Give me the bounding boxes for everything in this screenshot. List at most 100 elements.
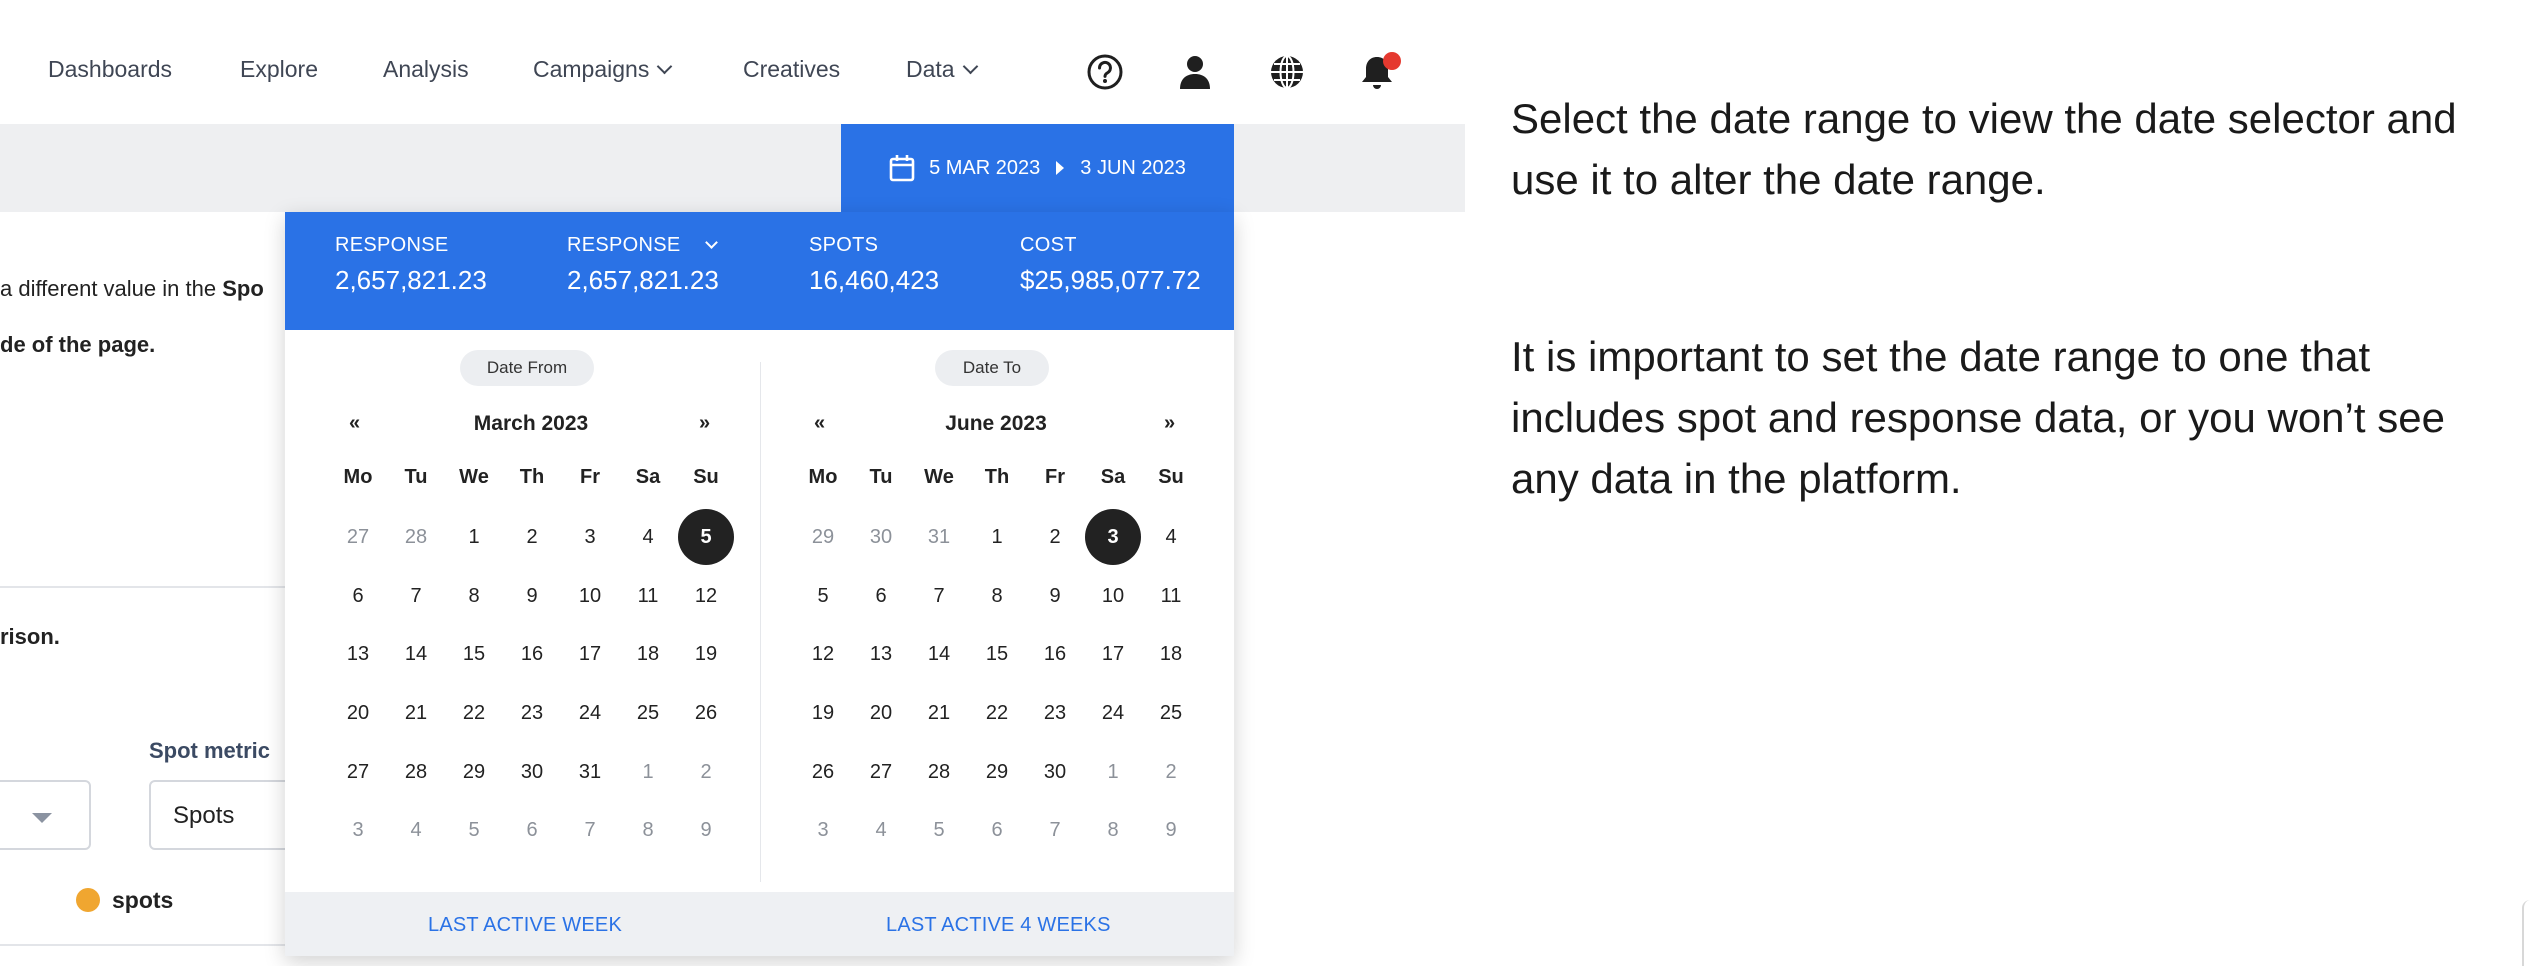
calendar-day[interactable]: 8 (969, 568, 1025, 624)
calendar-day[interactable]: 21 (388, 685, 444, 741)
calendar-day[interactable]: 3 (330, 803, 386, 859)
calendar-day[interactable]: 26 (795, 744, 851, 800)
bell-icon[interactable] (1358, 52, 1404, 92)
calendar-day[interactable]: 19 (795, 685, 851, 741)
calendar-day[interactable]: 15 (969, 627, 1025, 683)
calendar-day[interactable]: 6 (504, 803, 560, 859)
calendar-day[interactable]: 4 (853, 803, 909, 859)
calendar-day[interactable]: 26 (678, 685, 734, 741)
calendar-day[interactable]: 4 (388, 803, 444, 859)
calendar-day[interactable]: 31 (911, 509, 967, 565)
date-to-pill[interactable]: Date To (935, 350, 1049, 386)
calendar-day[interactable]: 15 (446, 627, 502, 683)
calendar-day[interactable]: 29 (446, 744, 502, 800)
calendar-day[interactable]: 28 (388, 744, 444, 800)
calendar-day[interactable]: 17 (562, 627, 618, 683)
calendar-day[interactable]: 27 (330, 509, 386, 565)
calendar-day[interactable]: 7 (911, 568, 967, 624)
calendar-day[interactable]: 16 (1027, 627, 1083, 683)
date-range-button[interactable]: 5 MAR 2023 3 JUN 2023 (841, 124, 1234, 212)
calendar-day[interactable]: 7 (388, 568, 444, 624)
calendar-day[interactable]: 30 (853, 509, 909, 565)
calendar-day[interactable]: 2 (678, 744, 734, 800)
next-month-button[interactable]: » (699, 412, 710, 435)
calendar-day[interactable]: 18 (1143, 627, 1199, 683)
calendar-day[interactable]: 8 (446, 568, 502, 624)
calendar-day[interactable]: 23 (504, 685, 560, 741)
calendar-day[interactable]: 12 (678, 568, 734, 624)
calendar-day[interactable]: 14 (388, 627, 444, 683)
calendar-day[interactable]: 31 (562, 744, 618, 800)
nav-data[interactable]: Data (906, 56, 978, 83)
calendar-day[interactable]: 3 (562, 509, 618, 565)
calendar-day[interactable]: 4 (620, 509, 676, 565)
calendar-day[interactable]: 2 (1027, 509, 1083, 565)
calendar-day[interactable]: 1 (620, 744, 676, 800)
calendar-day[interactable]: 17 (1085, 627, 1141, 683)
metric-select[interactable] (0, 780, 91, 850)
calendar-day[interactable]: 11 (620, 568, 676, 624)
nav-creatives[interactable]: Creatives (743, 56, 840, 83)
calendar-day[interactable]: 29 (795, 509, 851, 565)
calendar-day[interactable]: 1 (1085, 744, 1141, 800)
calendar-day-selected[interactable]: 5 (678, 509, 734, 566)
help-icon[interactable] (1085, 52, 1125, 92)
calendar-day[interactable]: 8 (1085, 803, 1141, 859)
calendar-day[interactable]: 30 (1027, 744, 1083, 800)
calendar-day[interactable]: 27 (330, 744, 386, 800)
calendar-day[interactable]: 30 (504, 744, 560, 800)
nav-explore[interactable]: Explore (240, 56, 318, 83)
calendar-day[interactable]: 5 (446, 803, 502, 859)
next-month-button[interactable]: » (1164, 412, 1175, 435)
calendar-day[interactable]: 6 (853, 568, 909, 624)
globe-icon[interactable] (1267, 52, 1307, 92)
calendar-day[interactable]: 3 (795, 803, 851, 859)
calendar-day[interactable]: 25 (620, 685, 676, 741)
calendar-day[interactable]: 1 (969, 509, 1025, 565)
calendar-day[interactable]: 5 (795, 568, 851, 624)
calendar-day[interactable]: 22 (446, 685, 502, 741)
calendar-day[interactable]: 18 (620, 627, 676, 683)
calendar-day[interactable]: 14 (911, 627, 967, 683)
calendar-day[interactable]: 22 (969, 685, 1025, 741)
calendar-day[interactable]: 9 (1143, 803, 1199, 859)
calendar-day[interactable]: 16 (504, 627, 560, 683)
date-from-pill[interactable]: Date From (460, 350, 594, 386)
calendar-day[interactable]: 1 (446, 509, 502, 565)
last-active-week-link[interactable]: LAST ACTIVE WEEK (428, 914, 622, 937)
calendar-day[interactable]: 20 (853, 685, 909, 741)
calendar-day[interactable]: 10 (562, 568, 618, 624)
nav-campaigns[interactable]: Campaigns (533, 56, 673, 83)
calendar-day[interactable]: 6 (330, 568, 386, 624)
calendar-day[interactable]: 13 (853, 627, 909, 683)
calendar-day[interactable]: 24 (1085, 685, 1141, 741)
calendar-day[interactable]: 7 (1027, 803, 1083, 859)
last-active-4-weeks-link[interactable]: LAST ACTIVE 4 WEEKS (886, 914, 1111, 937)
calendar-day[interactable]: 10 (1085, 568, 1141, 624)
calendar-day[interactable]: 27 (853, 744, 909, 800)
calendar-day[interactable]: 4 (1143, 509, 1199, 565)
nav-dashboards[interactable]: Dashboards (48, 56, 172, 83)
calendar-day[interactable]: 28 (911, 744, 967, 800)
calendar-day[interactable]: 23 (1027, 685, 1083, 741)
calendar-day[interactable]: 25 (1143, 685, 1199, 741)
spot-metric-select[interactable]: Spots (149, 780, 299, 850)
calendar-day[interactable]: 21 (911, 685, 967, 741)
calendar-day[interactable]: 9 (1027, 568, 1083, 624)
calendar-day[interactable]: 7 (562, 803, 618, 859)
calendar-day[interactable]: 9 (678, 803, 734, 859)
calendar-day[interactable]: 2 (1143, 744, 1199, 800)
calendar-day[interactable]: 6 (969, 803, 1025, 859)
calendar-day[interactable]: 5 (911, 803, 967, 859)
calendar-day[interactable]: 19 (678, 627, 734, 683)
metric-response-selector[interactable]: RESPONSE 2,657,821.23 (567, 234, 719, 296)
calendar-day[interactable]: 11 (1143, 568, 1199, 624)
calendar-day[interactable]: 20 (330, 685, 386, 741)
calendar-day[interactable]: 29 (969, 744, 1025, 800)
calendar-day[interactable]: 8 (620, 803, 676, 859)
calendar-day[interactable]: 2 (504, 509, 560, 565)
calendar-day[interactable]: 9 (504, 568, 560, 624)
user-icon[interactable] (1175, 52, 1215, 92)
calendar-day[interactable]: 12 (795, 627, 851, 683)
calendar-day-selected[interactable]: 3 (1085, 509, 1141, 566)
